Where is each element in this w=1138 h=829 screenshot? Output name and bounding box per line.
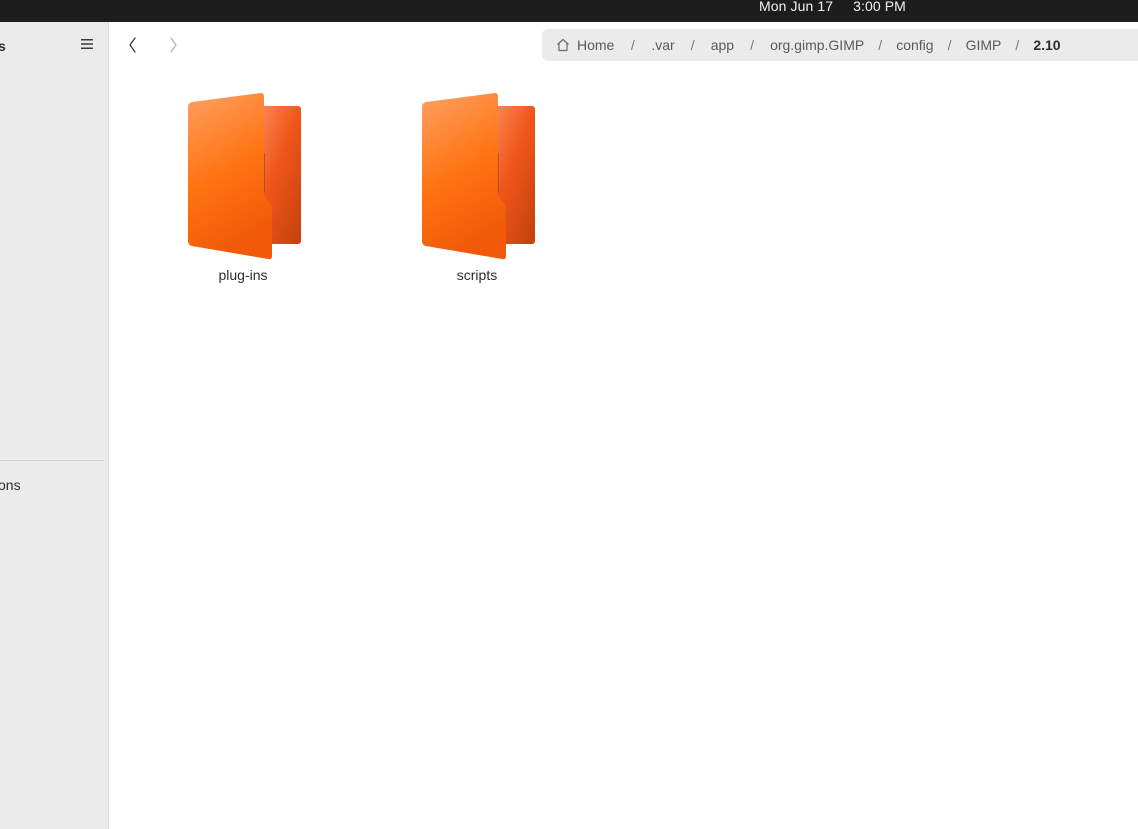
folder-name: scripts [456,267,498,283]
breadcrumb-separator: / [750,37,754,53]
breadcrumb-label: Home [577,37,615,53]
sidebar: s ons [0,22,109,829]
folder-item[interactable]: plug-ins [173,91,313,291]
breadcrumb-separator: / [1015,37,1020,53]
folder-item[interactable]: scripts [407,91,547,291]
breadcrumb-gimp[interactable]: GIMP [966,37,1002,53]
clock[interactable]: Mon Jun 17 3:00 PM [759,0,906,13]
sidebar-title: s [0,38,6,54]
top-system-bar: Mon Jun 17 3:00 PM [0,0,1138,22]
path-bar: Home / .var / app / org.gimp.GIMP / conf… [542,29,1138,61]
sidebar-item-other-locations[interactable]: ons [0,477,21,493]
breadcrumb-current[interactable]: 2.10 [1033,37,1060,53]
hamburger-menu-icon[interactable] [78,35,96,53]
breadcrumb-separator: / [690,37,695,53]
forward-button[interactable] [162,33,184,57]
back-button[interactable] [122,33,144,57]
breadcrumb-app[interactable]: app [711,37,734,53]
sidebar-divider [0,460,104,461]
breadcrumb-home[interactable]: Home [555,37,614,53]
breadcrumb-separator: / [878,37,883,53]
folder-name: plug-ins [218,267,268,283]
breadcrumb-org-gimp[interactable]: org.gimp.GIMP [770,37,864,53]
folder-icon [422,93,535,260]
home-icon [557,38,569,52]
breadcrumb-separator: / [947,37,952,53]
breadcrumb-var[interactable]: .var [651,37,674,53]
breadcrumb-config[interactable]: config [896,37,933,53]
folder-icon [188,93,301,260]
breadcrumb-separator: / [630,37,635,53]
